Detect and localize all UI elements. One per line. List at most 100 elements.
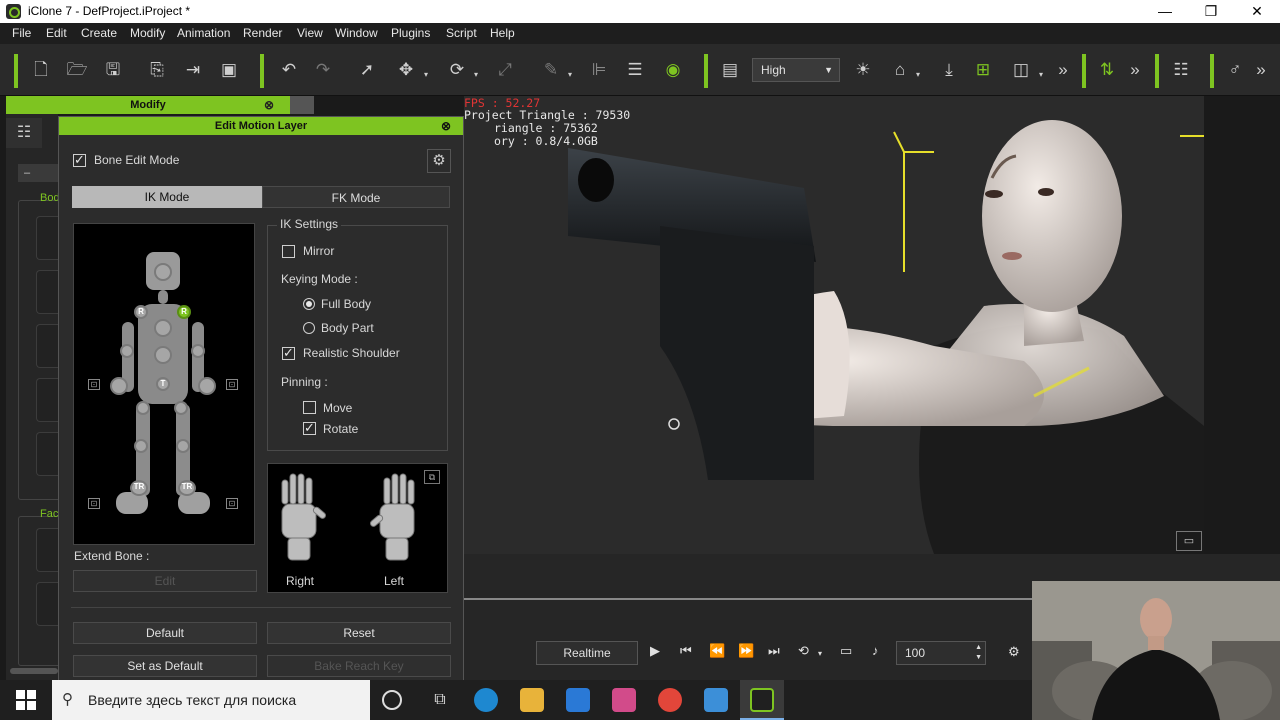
toolbar-overflow-icon[interactable]: » [1250, 59, 1272, 81]
frame-stepper-icon[interactable]: ▲ ▼ [975, 643, 982, 663]
left-hand-joint[interactable] [198, 377, 216, 395]
lock-icon[interactable]: ⊡ [88, 379, 100, 390]
right-hip-joint[interactable] [136, 401, 150, 415]
render-quality-dropdown[interactable]: High ▼ [752, 58, 840, 82]
menu-file[interactable]: File [12, 26, 31, 40]
visibility-eye-icon[interactable]: ◉ [662, 59, 684, 81]
right-foot-joint[interactable]: TR [130, 480, 148, 496]
list-item[interactable] [36, 378, 58, 422]
minimize-button[interactable]: — [1142, 0, 1188, 23]
right-knee-joint[interactable] [134, 439, 148, 453]
spine-joint[interactable] [154, 346, 172, 364]
chevron-down-icon[interactable]: ▾ [1039, 70, 1043, 79]
shoulder-right-joint[interactable]: R [134, 305, 148, 319]
chevron-down-icon[interactable]: ▾ [474, 70, 478, 79]
file-explorer-icon[interactable] [520, 688, 544, 712]
play-icon[interactable]: ▶ [650, 643, 660, 659]
menu-plugins[interactable]: Plugins [391, 26, 430, 40]
menu-edit[interactable]: Edit [46, 26, 67, 40]
default-button[interactable]: Default [73, 622, 257, 644]
skip-to-start-icon[interactable]: ⏮ [680, 643, 692, 659]
task-view-icon[interactable]: ⧉ [428, 688, 452, 712]
lock-icon[interactable]: ⊡ [226, 498, 238, 509]
chevron-down-icon[interactable]: ▾ [818, 649, 822, 658]
chevron-down-icon[interactable]: ▾ [916, 70, 920, 79]
scale-icon[interactable]: ⤢ [494, 59, 516, 81]
rotate-icon[interactable]: ⟳ [446, 59, 468, 81]
frame-selected-icon[interactable]: ⊞ [972, 59, 994, 81]
gear-icon[interactable]: ⚙ [427, 149, 451, 173]
current-frame-input[interactable]: 100 ▲ ▼ [896, 641, 986, 665]
list-item[interactable] [36, 324, 58, 368]
lock-icon[interactable]: ⊡ [88, 498, 100, 509]
usd-export-icon[interactable]: ▣ [218, 59, 240, 81]
menu-script[interactable]: Script [446, 26, 477, 40]
reset-button[interactable]: Reset [267, 622, 451, 644]
chevron-down-icon[interactable]: ▾ [424, 70, 428, 79]
list-item[interactable] [36, 528, 58, 572]
lighting-sun-icon[interactable]: ☀ [852, 59, 874, 81]
menu-create[interactable]: Create [81, 26, 117, 40]
snap-ruler-icon[interactable]: ✎ [540, 59, 562, 81]
new-file-icon[interactable]: 🗋 [30, 59, 52, 81]
gear-icon[interactable]: ⚙ [1008, 644, 1020, 660]
pelvis-joint[interactable]: T [156, 377, 170, 391]
cortana-icon[interactable] [382, 690, 402, 710]
taskbar-iclone-active[interactable] [740, 680, 784, 720]
windows-start-icon[interactable] [16, 690, 36, 710]
align-distribute-icon[interactable]: ☰ [624, 59, 646, 81]
hands-illustration[interactable] [268, 464, 447, 592]
comment-icon[interactable]: ▭ [1176, 531, 1202, 551]
full-body-radio[interactable] [303, 298, 315, 310]
list-item[interactable] [36, 432, 58, 476]
pin-move-checkbox[interactable] [303, 401, 316, 414]
body-part-radio[interactable] [303, 322, 315, 334]
maximize-button[interactable]: ❐ [1188, 0, 1234, 23]
chrome-icon[interactable] [658, 688, 682, 712]
menu-modify[interactable]: Modify [130, 26, 165, 40]
next-frame-icon[interactable]: ⏩ [738, 643, 754, 659]
close-button[interactable]: ✕ [1234, 0, 1280, 23]
realtime-dropdown[interactable]: Realtime [536, 641, 638, 665]
menu-animation[interactable]: Animation [177, 26, 230, 40]
taskbar-search-box[interactable]: ⚲ Введите здесь текст для поиска [52, 680, 370, 720]
tab-fk-mode[interactable]: FK Mode [262, 186, 450, 208]
timeline-track[interactable] [464, 598, 1032, 600]
camera-view-icon[interactable]: ◫ [1010, 59, 1032, 81]
pose-tool-icon[interactable]: ♂ [1224, 59, 1246, 81]
select-arrow-icon[interactable]: ➚ [356, 59, 378, 81]
save-icon[interactable]: 🖫 [102, 59, 124, 81]
menu-render[interactable]: Render [243, 26, 282, 40]
align-left-icon[interactable]: ⊫ [588, 59, 610, 81]
right-elbow-joint[interactable] [120, 344, 134, 358]
panel-scroll-handle[interactable] [290, 96, 314, 114]
subtitle-icon[interactable]: ▭ [840, 643, 852, 659]
toolbar-overflow-icon[interactable]: » [1052, 59, 1074, 81]
menu-view[interactable]: View [297, 26, 323, 40]
set-as-default-button[interactable]: Set as Default [73, 655, 257, 677]
link-icon[interactable]: ⧉ [424, 470, 440, 484]
realistic-shoulder-checkbox[interactable] [282, 345, 295, 361]
move-icon[interactable]: ✥ [395, 59, 417, 81]
edit-button[interactable]: Edit [73, 570, 257, 592]
toolbar-overflow-icon[interactable]: » [1124, 59, 1146, 81]
lock-icon[interactable]: ⊡ [226, 379, 238, 390]
chevron-down-icon[interactable]: ▾ [568, 70, 572, 79]
sliders-tab-icon[interactable]: ☷ [6, 118, 42, 148]
collapse-button[interactable]: – [18, 164, 58, 182]
list-item[interactable] [36, 216, 58, 260]
horizontal-scrollbar[interactable] [10, 668, 58, 674]
bake-reach-key-button[interactable]: Bake Reach Key [267, 655, 451, 677]
gizmo-settings-icon[interactable]: ⇅ [1096, 59, 1118, 81]
viewport-layout-icon[interactable]: ▤ [719, 59, 741, 81]
left-knee-joint[interactable] [176, 439, 190, 453]
left-hip-joint[interactable] [174, 401, 188, 415]
loop-icon[interactable]: ⟲ [798, 643, 809, 659]
menu-help[interactable]: Help [490, 26, 515, 40]
sliders-settings-icon[interactable]: ☷ [1170, 59, 1192, 81]
tab-ik-mode[interactable]: IK Mode [72, 186, 262, 208]
menu-window[interactable]: Window [335, 26, 378, 40]
edge-browser-icon[interactable] [474, 688, 498, 712]
close-icon[interactable]: ⊗ [264, 96, 274, 114]
import-icon[interactable]: ⎘ [146, 59, 168, 81]
